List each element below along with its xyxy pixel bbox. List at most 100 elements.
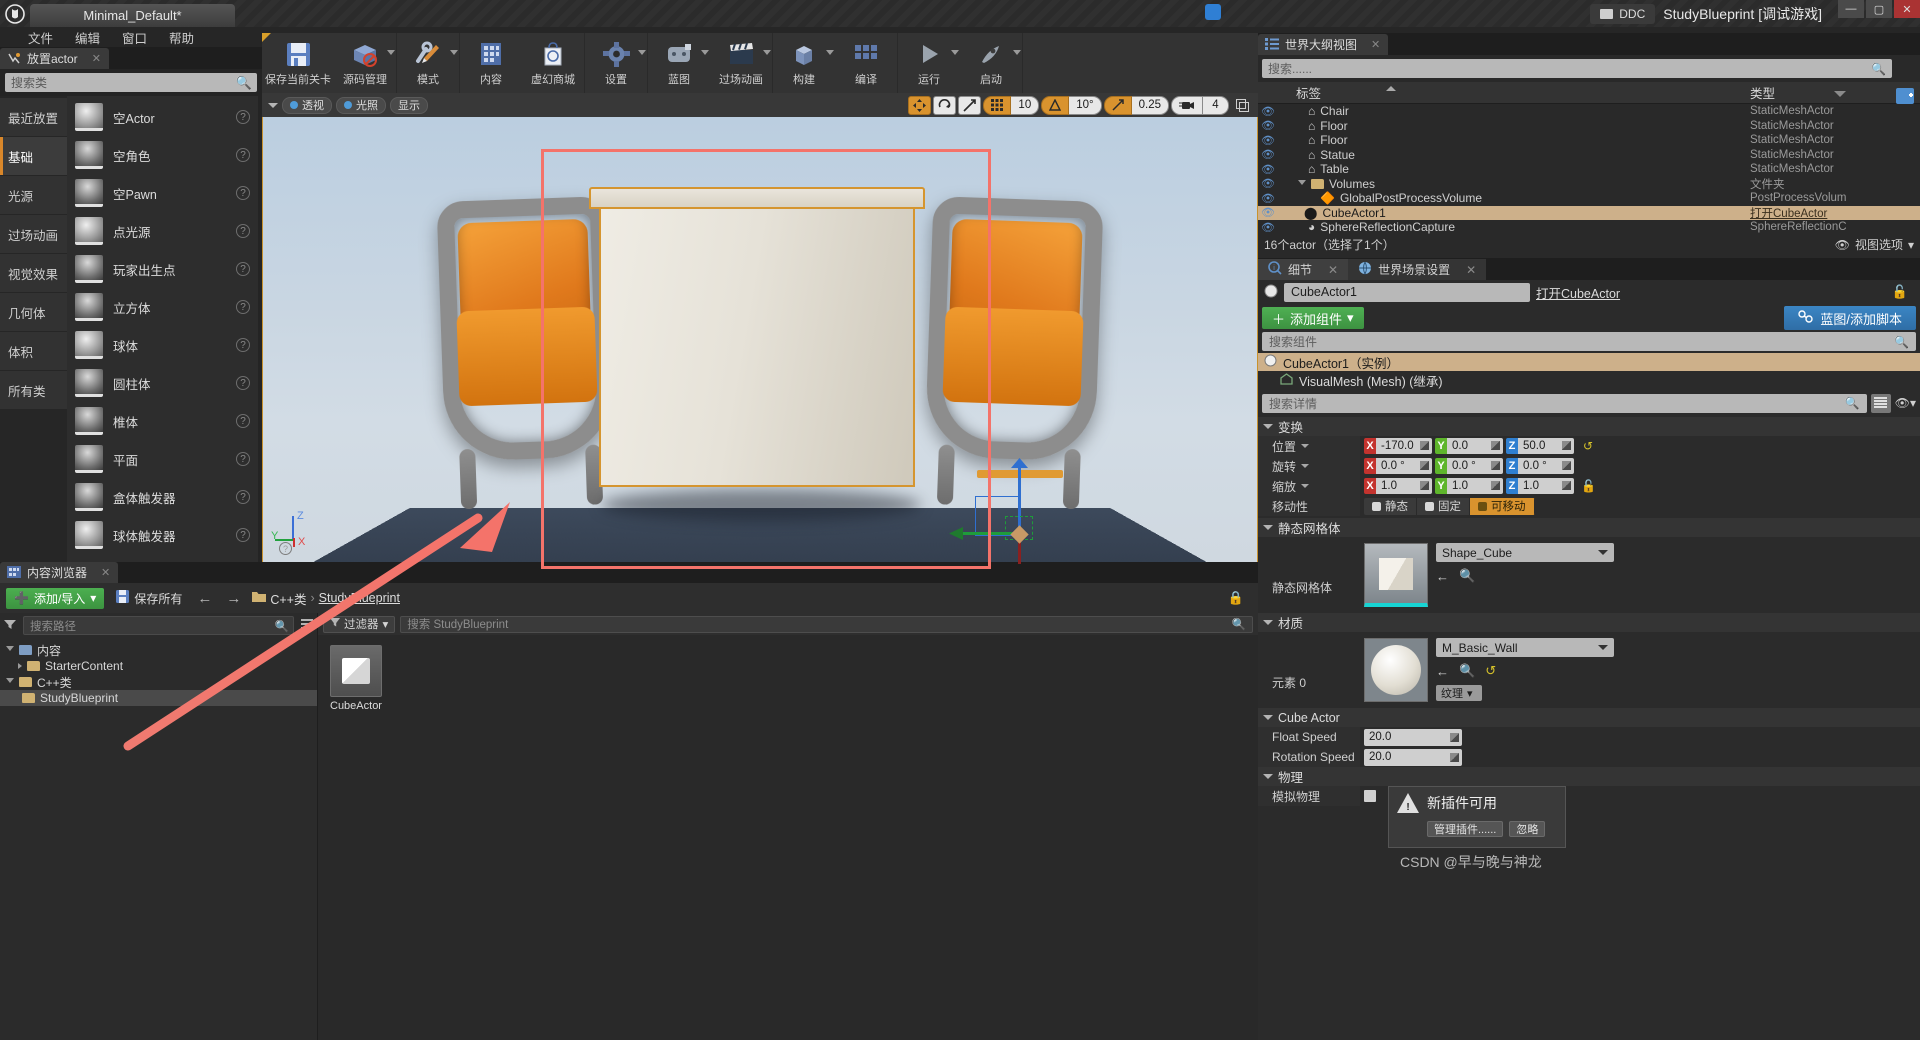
list-item[interactable]: 球体? <box>67 326 258 364</box>
scale-snap-icon[interactable] <box>1103 95 1132 115</box>
details-view-options-icon[interactable]: 👁▾ <box>1895 396 1916 410</box>
component-search-input[interactable]: 搜索组件 🔍 <box>1262 332 1916 351</box>
scale-lock-icon[interactable]: 🔓 <box>1581 479 1596 493</box>
eye-icon[interactable]: 👁 <box>1258 163 1278 176</box>
breadcrumb-item-cpp[interactable]: C++类 <box>270 589 306 608</box>
back-arrow-icon[interactable]: ← <box>194 590 215 607</box>
rotation-x-input[interactable]: 0.0 ° <box>1376 458 1432 474</box>
chevron-down-icon[interactable] <box>1013 50 1021 55</box>
eye-icon[interactable]: 👁 <box>1258 148 1278 161</box>
eye-icon[interactable]: 👁 <box>1258 119 1278 132</box>
menu-file[interactable]: 文件 <box>28 28 53 47</box>
slider-handle-icon[interactable] <box>1450 752 1459 762</box>
category-lights[interactable]: 光源 <box>0 176 67 214</box>
scale-y[interactable]: Y 1.0 <box>1435 478 1503 494</box>
component-row-visualmesh[interactable]: VisualMesh (Mesh) (继承) <box>1258 371 1920 389</box>
chevron-right-icon[interactable] <box>18 663 22 669</box>
chevron-down-icon[interactable] <box>701 50 709 55</box>
viewport-show-button[interactable]: 显示 <box>390 96 428 114</box>
help-icon[interactable]: ? <box>236 148 250 162</box>
menu-window[interactable]: 窗口 <box>122 28 147 47</box>
outliner-view-options[interactable]: 👁 视图选项 ▾ <box>1835 236 1914 253</box>
slider-handle-icon[interactable] <box>1420 481 1429 490</box>
list-item[interactable]: 球体触发器? <box>67 516 258 554</box>
rotate-snap-toggle[interactable] <box>933 95 957 115</box>
tree-list-icon[interactable] <box>301 618 313 633</box>
path-search-input[interactable]: 搜索路径 🔍 <box>23 616 294 635</box>
reset-to-default-icon[interactable]: ↺ <box>1485 663 1496 679</box>
list-item[interactable]: 玩家出生点? <box>67 250 258 288</box>
static-mesh-combo[interactable]: Shape_Cube <box>1436 543 1614 562</box>
chevron-down-icon[interactable] <box>1298 179 1306 188</box>
manage-plugins-button[interactable]: 管理插件...... <box>1427 821 1504 837</box>
help-icon[interactable]: ? <box>236 262 250 276</box>
mobility-static[interactable]: 静态 <box>1364 497 1417 515</box>
list-item[interactable]: 圆柱体? <box>67 364 258 402</box>
rotation-x[interactable]: X 0.0 ° <box>1364 458 1432 474</box>
tab-world-settings[interactable]: 世界场景设置 ✕ <box>1348 259 1487 280</box>
category-geometry[interactable]: 几何体 <box>0 293 67 331</box>
material-thumbnail[interactable] <box>1364 638 1428 702</box>
toolbar-marketplace[interactable]: 虚幻商城 <box>522 33 584 93</box>
help-icon[interactable]: ? <box>279 542 292 555</box>
list-item[interactable]: 盒体触发器? <box>67 478 258 516</box>
tree-row-studyblueprint[interactable]: StudyBlueprint <box>0 690 317 706</box>
add-component-button[interactable]: ＋ 添加组件 ▾ <box>1262 307 1364 329</box>
chevron-down-icon[interactable] <box>1301 444 1310 448</box>
lock-icon[interactable]: 🔓 <box>1892 284 1914 300</box>
outliner-type-column-header[interactable]: 类型 <box>1750 83 1920 102</box>
section-physics-header[interactable]: 物理 <box>1258 767 1920 786</box>
actor-name-field[interactable]: CubeActor1 <box>1284 282 1530 302</box>
list-item[interactable]: 立方体? <box>67 288 258 326</box>
toolbar-compile[interactable]: 编译 <box>835 33 897 93</box>
help-icon[interactable]: ? <box>236 110 250 124</box>
asset-search-input[interactable]: 搜索 StudyBlueprint 🔍 <box>400 615 1253 633</box>
level-viewport[interactable]: Z Y X ? <box>262 93 1258 565</box>
outliner-search-input[interactable]: 搜索...... 🔍 <box>1262 59 1892 78</box>
camera-speed-icon[interactable] <box>1171 95 1203 115</box>
search-icon[interactable]: 🔍 <box>1459 663 1475 679</box>
ddc-status-chip[interactable]: DDC <box>1590 3 1656 24</box>
help-icon[interactable]: ? <box>236 338 250 352</box>
list-item[interactable]: 平面? <box>67 440 258 478</box>
chevron-down-icon[interactable] <box>951 50 959 55</box>
mobility-stationary[interactable]: 固定 <box>1417 497 1470 515</box>
close-icon[interactable]: ✕ <box>1371 38 1380 51</box>
toolbar-modes[interactable]: 模式 <box>397 33 459 93</box>
mobility-movable[interactable]: 可移动 <box>1470 497 1535 515</box>
chevron-down-icon[interactable] <box>387 50 395 55</box>
viewport-lit-button[interactable]: 光照 <box>336 96 386 114</box>
slider-handle-icon[interactable] <box>1450 732 1459 742</box>
simulate-physics-checkbox[interactable] <box>1364 790 1376 802</box>
table-row[interactable]: 👁 🔶 GlobalPostProcessVolume PostProcessVolu… <box>1258 191 1920 206</box>
help-icon[interactable]: ? <box>236 186 250 200</box>
reset-to-default-icon[interactable]: ↺ <box>1583 439 1593 453</box>
table-row[interactable]: 👁 ⌂ Statue StaticMeshActor <box>1258 148 1920 163</box>
help-icon[interactable]: ? <box>236 452 250 466</box>
details-grid-view-button[interactable] <box>1870 393 1891 413</box>
eye-icon[interactable]: 👁 <box>1258 105 1278 118</box>
location-x[interactable]: X -170.0 <box>1364 438 1432 454</box>
help-icon[interactable]: ? <box>236 376 250 390</box>
table-row[interactable]: 👁 ⬤ CubeActor1 打开CubeActor <box>1258 205 1920 220</box>
breadcrumb-item-studyblueprint[interactable]: StudyBlueprint <box>319 591 400 605</box>
forward-arrow-icon[interactable]: → <box>223 590 244 607</box>
toolbar-content[interactable]: 内容 <box>460 33 522 93</box>
category-volumes[interactable]: 体积 <box>0 332 67 370</box>
scale-snap-toggle[interactable] <box>958 95 982 115</box>
table-row[interactable]: 👁 ⌂ Chair StaticMeshActor <box>1258 104 1920 119</box>
scale-z[interactable]: Z 1.0 <box>1506 478 1574 494</box>
lock-icon[interactable]: 🔒 <box>1228 590 1252 606</box>
tab-details[interactable]: i 细节 ✕ <box>1258 259 1349 280</box>
filter-button[interactable]: 过滤器 ▾ <box>323 615 396 633</box>
dismiss-button[interactable]: 忽略 <box>1509 821 1546 837</box>
list-item[interactable]: 椎体? <box>67 402 258 440</box>
float-speed-input[interactable]: 20.0 <box>1364 728 1462 746</box>
open-blueprint-link[interactable]: 打开CubeActor <box>1536 283 1620 302</box>
slider-handle-icon[interactable] <box>1491 461 1500 470</box>
static-mesh-thumbnail[interactable] <box>1364 543 1428 607</box>
eye-icon[interactable]: 👁 <box>1258 192 1278 205</box>
help-icon[interactable]: ? <box>236 528 250 542</box>
details-search-input[interactable]: 搜索详情 🔍 <box>1262 393 1867 413</box>
grid-snap-value[interactable]: 10 <box>1011 95 1040 115</box>
